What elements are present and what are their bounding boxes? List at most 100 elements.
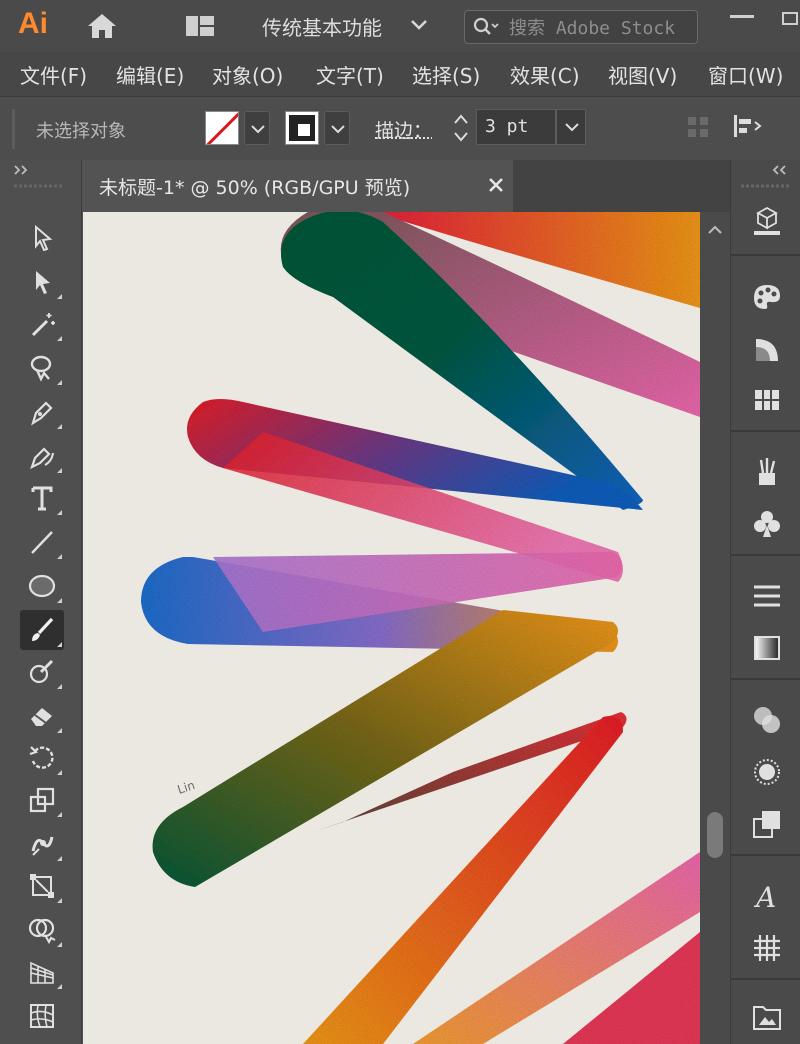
selection-tool[interactable] [20,262,64,302]
puppet-warp-tool[interactable] [20,824,64,864]
stroke-weight-field[interactable]: 3 pt [476,109,556,145]
app-title-bar: Ai 传统基本功能 搜索 Adobe Stock [0,0,800,52]
minimize-window-button[interactable] [730,12,754,18]
artboard[interactable]: Lin [83,212,700,1044]
tool-group-indicator [57,554,62,559]
shaper-icon [27,657,57,687]
shape-builder-icon [27,915,57,945]
lasso-tool[interactable] [20,348,64,388]
eraser-tool[interactable] [20,696,64,736]
stepper-arrows-icon [448,109,474,147]
perspective-grid-icon [27,957,57,987]
stroke-weight-dropdown[interactable] [556,109,586,145]
line-segment-tool[interactable] [20,522,64,562]
mesh-icon [27,1001,57,1031]
swatches-panel-button[interactable] [749,382,785,418]
tool-group-indicator [57,510,62,515]
stroke-weight-label[interactable]: 描边： [375,116,432,143]
rotate-icon [27,743,57,773]
magic-wand-icon [27,309,57,339]
gradient-panel-button[interactable] [749,630,785,666]
tool-group-indicator [57,642,62,647]
color-guide-panel-button[interactable] [749,332,785,368]
close-icon[interactable] [487,176,505,194]
tool-group-indicator [57,380,62,385]
paintbrush-tool[interactable] [20,610,64,650]
color-guide-icon [750,333,784,367]
menu-select[interactable]: 选择(S) [412,60,480,89]
menu-file[interactable]: 文件(F) [20,60,87,89]
appearance-panel-button[interactable] [749,754,785,790]
scroll-up-icon[interactable] [706,224,724,236]
menu-effect[interactable]: 效果(C) [510,60,580,89]
tool-group-indicator [57,294,62,299]
perspective-grid-tool[interactable] [20,952,64,992]
collapse-panel-icon[interactable] [771,164,791,176]
align-left-icon [732,111,766,141]
type-icon [27,483,57,513]
align-grid-icon [686,115,710,139]
curvature-icon [27,441,57,471]
symbols-icon [750,507,784,541]
graphic-styles-panel-button[interactable] [749,806,785,842]
graphic-styles-icon [750,807,784,841]
tool-group-indicator [57,984,62,989]
stroke-dropdown[interactable] [324,111,350,145]
menu-view[interactable]: 视图(V) [608,60,677,89]
free-transform-tool[interactable] [20,866,64,906]
stroke-weight-stepper[interactable] [448,109,474,147]
panel-separator [731,854,800,856]
properties-panel-button[interactable] [749,204,785,240]
selection-icon [27,267,57,297]
fill-swatch[interactable] [205,111,239,145]
eraser-icon [27,701,57,731]
menu-object[interactable]: 对象(O) [212,60,283,89]
shape-builder-tool[interactable] [20,910,64,950]
symbols-panel-button[interactable] [749,506,785,542]
transparency-panel-button[interactable] [749,702,785,738]
align-grid-button[interactable] [686,115,710,139]
color-palette-icon [750,281,784,315]
glyphs-panel-button[interactable] [749,930,785,966]
mesh-tool[interactable] [20,996,64,1036]
collapse-panel-icon[interactable] [12,164,32,176]
pen-tool[interactable] [20,392,64,432]
menu-type[interactable]: 文字(T) [316,60,384,89]
character-panel-button[interactable]: A [749,878,785,914]
vertical-scrollbar[interactable] [700,212,730,1044]
rotate-tool[interactable] [20,738,64,778]
curvature-tool[interactable] [20,436,64,476]
selection-status: 未选择对象 [36,117,126,143]
document-tab[interactable]: 未标题-1* @ 50% (RGB/GPU 预览) [83,160,513,212]
character-icon: A [750,879,784,913]
shaper-tool[interactable] [20,652,64,692]
align-options-button[interactable] [732,111,766,141]
home-button[interactable] [82,8,122,44]
paintbrush-icon [27,615,57,645]
direct-selection-icon [27,223,57,253]
scrollbar-thumb[interactable] [707,812,723,858]
color-panel-button[interactable] [749,280,785,316]
menu-edit[interactable]: 编辑(E) [116,60,184,89]
chevron-down-icon [557,110,587,144]
tool-group-indicator [57,424,62,429]
stroke-panel-button[interactable] [749,578,785,614]
direct-selection-tool[interactable] [20,218,64,258]
workspace-switcher[interactable]: 传统基本功能 [250,6,436,46]
scale-tool[interactable] [20,780,64,820]
libraries-panel-button[interactable] [749,998,785,1034]
window-control-button[interactable] [780,8,800,28]
magic-wand-tool[interactable] [20,304,64,344]
ellipse-tool[interactable] [20,566,64,606]
panel-separator [731,978,800,980]
tool-group-indicator [57,468,62,473]
fill-dropdown[interactable] [244,111,270,145]
arrange-documents-button[interactable] [180,10,220,42]
brushes-panel-button[interactable] [749,454,785,490]
canvas[interactable]: Lin [83,212,700,1044]
layout-grid-icon [180,10,220,42]
stock-search-input[interactable]: 搜索 Adobe Stock [464,10,698,44]
stroke-swatch[interactable] [285,111,319,145]
menu-window[interactable]: 窗口(W) [708,60,783,89]
type-tool[interactable] [20,478,64,518]
